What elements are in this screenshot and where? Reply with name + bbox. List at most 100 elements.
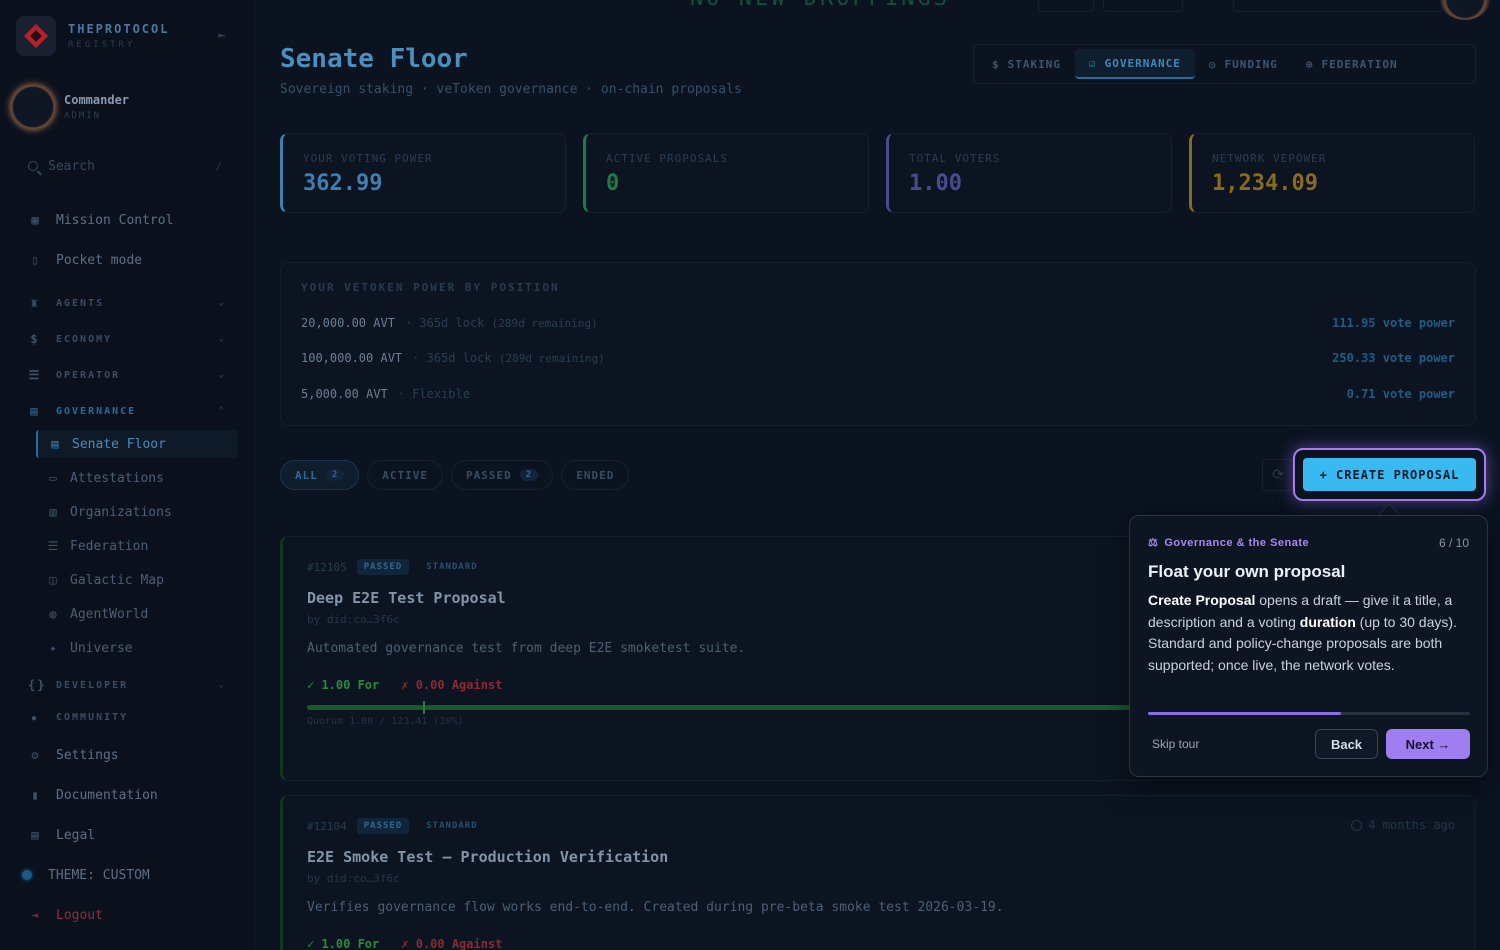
sidebar-item-attestations[interactable]: ▭ Attestations (36, 464, 238, 492)
filter-active[interactable]: ACTIVE (367, 460, 444, 490)
map-icon: ◫ (49, 573, 57, 587)
create-proposal-button[interactable]: + CREATE PROPOSAL (1303, 458, 1476, 491)
filter-passed[interactable]: PASSED 2 (451, 460, 554, 490)
sidebar: THEPROTOCOL REGISTRY ⇤ Commander ADMIN S… (0, 0, 255, 950)
section-label: DEVELOPER (56, 679, 129, 691)
search-input[interactable]: Search / (20, 152, 234, 180)
filter-label: ALL (295, 468, 318, 482)
tour-progress-bar (1148, 712, 1470, 715)
sidebar-item-organizations[interactable]: ▥ Organizations (36, 498, 238, 526)
book-icon: ▮ (31, 788, 39, 802)
collapse-sidebar-icon[interactable]: ⇤ (218, 28, 225, 42)
position-row: 100,000.00 AVT · 365d lock (289d remaini… (301, 351, 1455, 365)
tab-label: STAKING (1007, 57, 1061, 71)
proposal-card[interactable]: #12104 PASSED STANDARD 4 months ago E2E … (280, 795, 1476, 950)
stat-value: 1,234.09 (1212, 171, 1318, 196)
topbar-button[interactable] (1038, 0, 1094, 12)
organization-icon: ▥ (49, 505, 57, 519)
coin-icon: ◎ (1208, 57, 1217, 71)
quorum-text: Quorum 1.00 / 123.41 (10%) (307, 716, 464, 727)
clock-icon (1351, 819, 1363, 831)
nav-section-governance[interactable]: ▤ GOVERNANCE ⌃ (28, 402, 226, 420)
tour-back-button[interactable]: Back (1315, 729, 1378, 759)
section-label: AGENTS (56, 297, 105, 309)
proposal-title[interactable]: Deep E2E Test Proposal (307, 589, 506, 607)
nav-logout[interactable]: ⇥ Logout (28, 905, 103, 925)
topbar-avatar[interactable] (1440, 0, 1490, 20)
filter-all[interactable]: ALL 2 (280, 460, 360, 490)
tour-popover: ⚖ Governance & the Senate 6 / 10 Float y… (1129, 515, 1488, 777)
position-lock: · 365d lock (412, 351, 492, 365)
stat-value: 1.00 (909, 171, 962, 196)
nav-section-operator[interactable]: ☰ OPERATOR ⌄ (28, 366, 226, 384)
nav-mission-control[interactable]: ▦ Mission Control (28, 210, 173, 230)
filter-count: 2 (325, 469, 345, 481)
status-badge: PASSED (356, 559, 410, 575)
proposal-author: by did:co…3f6c (307, 872, 400, 885)
sidebar-item-federation[interactable]: ☰ Federation (36, 532, 238, 560)
sparkle-icon: ✦ (49, 641, 57, 655)
chevron-down-icon: ⌄ (218, 298, 226, 308)
globe-icon: ⊕ (1305, 57, 1314, 71)
stat-card-network-vepower: NETWORK VEPOWER 1,234.09 (1189, 133, 1475, 213)
tour-progress-fill (1148, 712, 1342, 715)
theme-toggle[interactable]: THEME: CUSTOM (22, 865, 150, 885)
vote-progress-bar (307, 701, 1147, 714)
user-role: ADMIN (64, 111, 102, 121)
filter-ended[interactable]: ENDED (561, 460, 630, 490)
nav-settings[interactable]: ⚙ Settings (28, 745, 119, 765)
tour-body-bold: Create Proposal (1148, 592, 1256, 608)
community-icon: • (30, 712, 40, 722)
stat-card-voting-power: YOUR VOTING POWER 362.99 (280, 133, 566, 213)
robot-icon: ♜ (30, 296, 40, 310)
tab-governance[interactable]: ☑ GOVERNANCE (1074, 49, 1195, 79)
nav-pocket-mode[interactable]: ▯ Pocket mode (28, 250, 142, 270)
position-remaining: (289d remaining) (491, 317, 598, 330)
nav-documentation[interactable]: ▮ Documentation (28, 785, 157, 805)
gear-icon: ⚙ (31, 748, 39, 762)
filter-count: 2 (519, 469, 539, 481)
proposal-id: #12104 (307, 819, 347, 833)
page-title: Senate Floor (280, 44, 468, 74)
brand[interactable]: THEPROTOCOL REGISTRY (16, 16, 169, 56)
position-amount: 100,000.00 AVT (301, 351, 403, 365)
position-remaining: (289d remaining) (498, 352, 605, 365)
sidebar-item-senate-floor[interactable]: ▤ Senate Floor (36, 430, 238, 458)
user-profile[interactable]: Commander ADMIN (8, 82, 129, 132)
type-badge: STANDARD (426, 821, 478, 831)
position-amount: 5,000.00 AVT (301, 387, 388, 401)
sub-label: Senate Floor (72, 436, 166, 452)
refresh-button[interactable]: ⟳ (1262, 459, 1294, 491)
sidebar-item-universe[interactable]: ✦ Universe (36, 634, 238, 662)
sub-label: Federation (70, 538, 149, 554)
search-shortcut: / (215, 159, 222, 173)
nav-section-economy[interactable]: $ ECONOMY ⌄ (28, 330, 226, 348)
sub-label: Organizations (70, 504, 172, 520)
topbar-button[interactable] (1103, 0, 1183, 12)
skip-tour-link[interactable]: Skip tour (1152, 737, 1199, 751)
position-lock: · 365d lock (404, 316, 485, 330)
nav-label: Logout (56, 907, 103, 923)
tab-funding[interactable]: ◎ FUNDING (1195, 49, 1292, 79)
nav-section-community[interactable]: • COMMUNITY (28, 712, 226, 722)
topbar-wallet[interactable] (1233, 0, 1443, 12)
tour-next-button[interactable]: Next → (1386, 729, 1470, 759)
sub-label: Attestations (70, 470, 164, 486)
stat-card-total-voters: TOTAL VOTERS 1.00 (886, 133, 1172, 213)
sidebar-item-galactic-map[interactable]: ◫ Galactic Map (36, 566, 238, 594)
position-lock: · Flexible (397, 387, 470, 401)
section-label: GOVERNANCE (56, 405, 137, 417)
nav-section-agents[interactable]: ♜ AGENTS ⌄ (28, 294, 226, 312)
proposal-title[interactable]: E2E Smoke Test — Production Verification (307, 848, 668, 866)
tab-staking[interactable]: $ STAKING (978, 49, 1075, 79)
nav-section-developer[interactable]: {} DEVELOPER ⌄ (28, 676, 226, 694)
server-icon: ☰ (28, 368, 42, 382)
proposal-time: 4 months ago (1351, 818, 1455, 832)
stat-value: 362.99 (303, 171, 383, 196)
tab-federation[interactable]: ⊕ FEDERATION (1292, 49, 1412, 79)
nav-legal[interactable]: ▤ Legal (28, 825, 95, 845)
nav-label: Settings (56, 747, 119, 763)
sidebar-item-agentworld[interactable]: ◍ AgentWorld (36, 600, 238, 628)
avatar (8, 82, 58, 132)
filter-label: ACTIVE (382, 468, 429, 482)
